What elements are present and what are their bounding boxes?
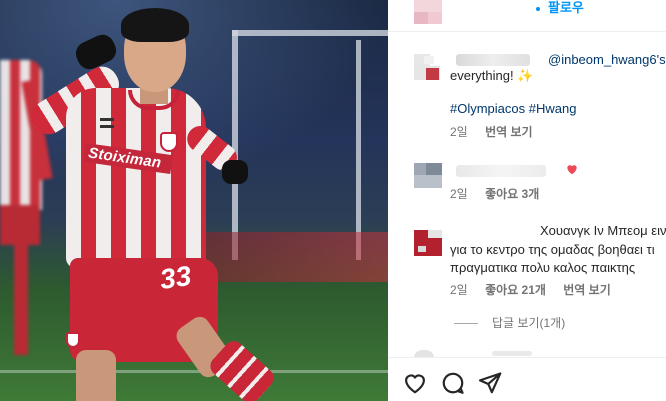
author-avatar[interactable] [414,0,444,28]
post-action-bar [388,357,666,401]
player-left-glove [71,30,121,74]
view-replies-button[interactable]: 답글 보기(1개) [454,314,565,331]
comments-panel: 팔로우 @inbeom_hwang6's everything! ✨ #Olym… [388,0,666,401]
caption-username-blurred [456,54,530,66]
post-photo[interactable]: Stoiximan 33 [0,0,388,401]
caption-line-2: everything! ✨ [450,68,534,83]
caption-hashtags[interactable]: #Olympiacos #Hwang [450,99,576,118]
player-right-glove [222,160,248,184]
comment-2-line-3: πραγματικα πολυ καλος παικτης [450,260,636,275]
comment-2-line-2: για το κεντρο της ομαδας βοηθαει τι [450,242,655,257]
caption-meta: 2일 번역 보기 [450,123,547,140]
comment-1-heart-emoji [567,165,577,175]
comment-1-text-blurred [456,165,546,177]
shorts-crest [66,332,80,348]
separator-dot [536,6,540,11]
player-hair [121,8,189,42]
player-shirt [66,88,206,268]
comment-2-line-1: Χουανγκ Ιν Μπεομ ειν [540,223,666,238]
comment-3-text-blurred [492,351,532,356]
player-left-leg [76,350,116,401]
caption-translate-button[interactable]: 번역 보기 [485,125,533,139]
caption-avatar[interactable] [414,54,444,82]
share-icon[interactable] [477,370,503,396]
comment-2-translate-button[interactable]: 번역 보기 [563,283,611,297]
shorts-number: 33 [157,259,194,296]
comment-2-meta: 2일 좋아요 21개 번역 보기 [450,281,625,298]
comment-2-time: 2일 [450,283,468,297]
comment-2-avatar[interactable] [414,230,444,258]
header-divider [388,31,666,32]
heart-icon[interactable] [402,370,428,396]
comment-1-likes[interactable]: 좋아요 3개 [485,187,539,201]
comment-2-likes[interactable]: 좋아요 21개 [485,283,546,297]
main-player: Stoiximan 33 [0,0,388,401]
caption-time: 2일 [450,125,468,139]
club-crest [160,132,178,152]
comment-1-avatar[interactable] [414,163,444,191]
follow-row: 팔로우 [536,0,584,16]
comment-icon[interactable] [440,370,466,396]
replies-line [454,323,478,325]
caption-mention[interactable]: @inbeom_hwang6's [548,50,666,69]
kit-brand-logo [100,118,114,128]
follow-button[interactable]: 팔로우 [548,0,584,15]
comment-1-meta: 2일 좋아요 3개 [450,185,553,202]
comment-1-time: 2일 [450,187,468,201]
view-replies-label: 답글 보기(1개) [492,316,566,330]
